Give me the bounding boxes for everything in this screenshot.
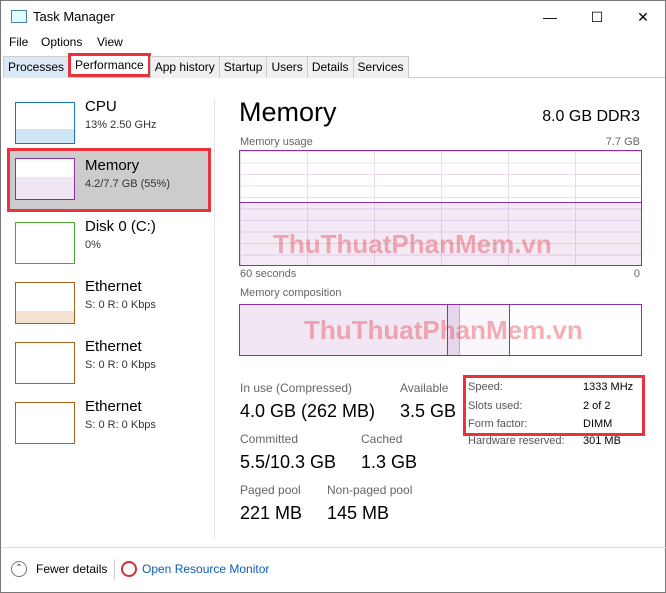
tab-details[interactable]: Details [306, 56, 354, 78]
sidebar-item-disk[interactable]: Disk 0 (C:) 0% [7, 216, 211, 278]
disk-graph-thumb [15, 222, 75, 264]
watermark: ThuThuatPhanMem.vn [304, 315, 583, 345]
sidebar-item-ethernet-3[interactable]: Ethernet S: 0 R: 0 Kbps [7, 396, 211, 458]
sidebar-item-ethernet-2[interactable]: Ethernet S: 0 R: 0 Kbps [7, 336, 211, 398]
form-factor-value: DIMM [583, 418, 613, 430]
usage-max: 7.7 GB [605, 136, 640, 148]
sidebar-item-label: CPU [85, 98, 117, 115]
sidebar-item-sub: 13% 2.50 GHz [85, 119, 157, 131]
composition-label: Memory composition [240, 287, 342, 299]
resource-monitor-icon [121, 561, 137, 577]
hardware-reserved-label: Hardware reserved: [468, 435, 565, 447]
speed-value: 1333 MHz [583, 381, 634, 393]
sidebar-item-label: Disk 0 (C:) [85, 218, 156, 235]
menu-view[interactable]: View [97, 35, 123, 49]
nonpaged-pool-label: Non-paged pool [327, 483, 413, 497]
sidebar-item-sub: S: 0 R: 0 Kbps [85, 299, 156, 311]
app-icon [11, 10, 27, 23]
slots-label: Slots used: [468, 400, 523, 412]
memory-spec: 8.0 GB DDR3 [542, 108, 640, 125]
usage-label: Memory usage [240, 136, 313, 148]
menu-options[interactable]: Options [41, 35, 82, 49]
chevron-up-icon[interactable]: ⌃ [11, 561, 27, 577]
in-use-label: In use (Compressed) [240, 381, 353, 395]
watermark: ThuThuatPhanMem.vn [273, 229, 552, 259]
hardware-reserved-value: 301 MB [583, 435, 621, 447]
ethernet-graph-thumb [15, 342, 75, 384]
committed-label: Committed [240, 432, 299, 446]
sidebar-item-sub: S: 0 R: 0 Kbps [85, 359, 156, 371]
paged-pool-value: 221 MB [240, 503, 303, 523]
speed-label: Speed: [468, 381, 503, 393]
tab-app-history[interactable]: App history [149, 56, 220, 78]
tab-performance[interactable]: Performance [68, 53, 151, 77]
minimize-button[interactable]: — [527, 3, 573, 31]
memory-graph-thumb [15, 158, 75, 200]
tab-startup[interactable]: Startup [218, 56, 268, 78]
form-factor-label: Form factor: [468, 418, 528, 430]
sidebar-item-label: Ethernet [85, 278, 142, 295]
sidebar-item-label: Ethernet [85, 338, 142, 355]
cached-label: Cached [361, 432, 403, 446]
nonpaged-pool-value: 145 MB [327, 503, 390, 523]
open-resource-monitor-link[interactable]: Open Resource Monitor [142, 562, 269, 576]
cpu-graph-thumb [15, 102, 75, 144]
sidebar-item-label: Ethernet [85, 398, 142, 415]
tab-services[interactable]: Services [352, 56, 409, 78]
paged-pool-label: Paged pool [240, 483, 301, 497]
fewer-details-button[interactable]: Fewer details [36, 562, 107, 576]
sidebar-item-ethernet-1[interactable]: Ethernet S: 0 R: 0 Kbps [7, 276, 211, 338]
footer-divider [1, 547, 666, 548]
tab-processes[interactable]: Processes [3, 56, 70, 78]
time-left-label: 60 seconds [240, 268, 297, 280]
in-use-value: 4.0 GB (262 MB) [240, 401, 376, 421]
sidebar-item-sub: 4.2/7.7 GB (55%) [85, 178, 170, 190]
available-value: 3.5 GB [400, 401, 457, 421]
sidebar-item-memory[interactable]: Memory 4.2/7.7 GB (55%) [7, 148, 211, 212]
maximize-button[interactable]: ☐ [574, 3, 620, 31]
page-title: Memory [239, 97, 337, 127]
ethernet-graph-thumb [15, 402, 75, 444]
sidebar-item-sub: S: 0 R: 0 Kbps [85, 419, 156, 431]
sidebar-item-label: Memory [85, 157, 140, 174]
tab-bar: Processes Performance App history Startu… [3, 53, 665, 78]
menu-file[interactable]: File [9, 35, 28, 49]
slots-value: 2 of 2 [583, 400, 611, 412]
committed-value: 5.5/10.3 GB [240, 452, 337, 472]
ethernet-graph-thumb [15, 282, 75, 324]
tab-users[interactable]: Users [266, 56, 308, 78]
footer-separator [114, 559, 115, 579]
window-title: Task Manager [33, 9, 115, 24]
sidebar-item-sub: 0% [85, 239, 101, 251]
close-button[interactable]: ✕ [620, 3, 666, 31]
cached-value: 1.3 GB [361, 452, 418, 472]
time-right-label: 0 [633, 268, 640, 280]
sidebar-divider [214, 99, 215, 539]
available-label: Available [400, 381, 449, 395]
